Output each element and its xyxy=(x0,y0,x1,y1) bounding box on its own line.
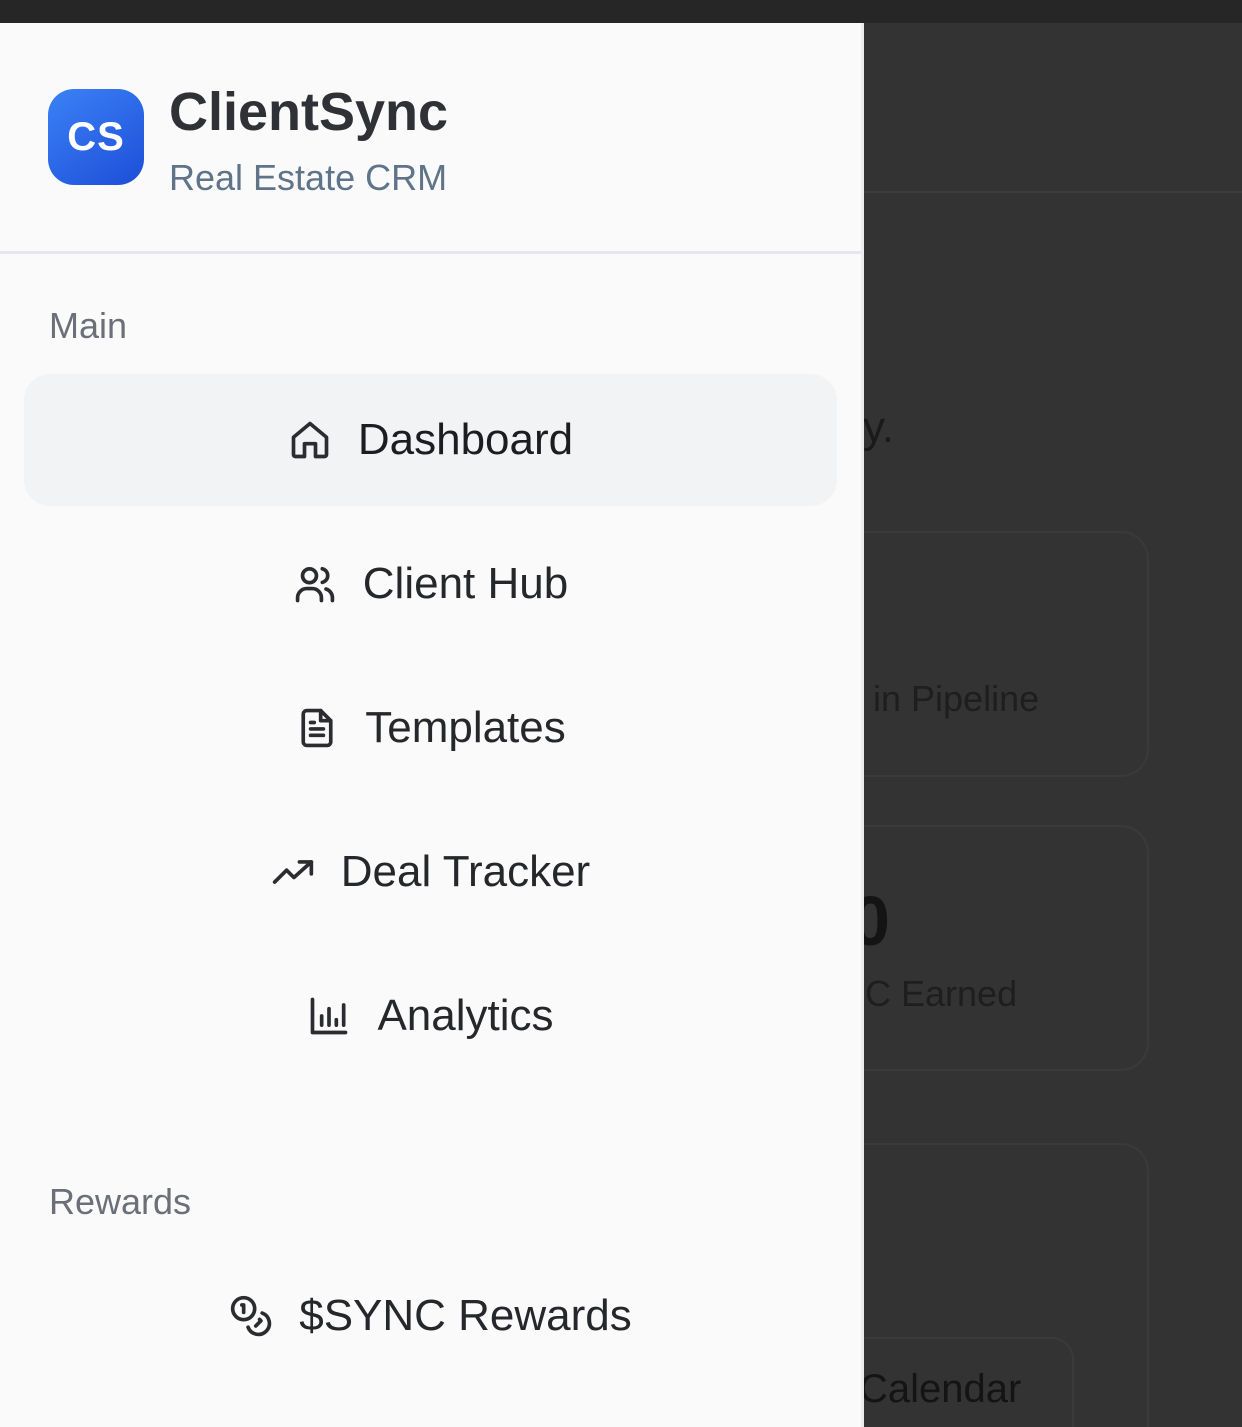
earned-card xyxy=(863,825,1149,1071)
app-name: ClientSync xyxy=(169,82,449,142)
background-dashboard: y. in Pipeline 0 C Earned Calendar xyxy=(863,23,1242,1427)
status-bar xyxy=(0,0,1242,23)
trending-up-icon xyxy=(271,850,315,894)
nav-label-deal-tracker: Deal Tracker xyxy=(340,847,591,896)
welcome-fragment: y. xyxy=(863,403,894,452)
app-subtitle: Real Estate CRM xyxy=(169,157,448,198)
users-icon xyxy=(293,562,337,606)
earned-label: C Earned xyxy=(865,973,1018,1014)
calendar-label: Calendar xyxy=(863,1367,1022,1411)
document-icon xyxy=(295,706,339,750)
app-logo: CS xyxy=(48,89,144,185)
nav-label-dashboard: Dashboard xyxy=(357,415,574,464)
nav-item-sync-rewards[interactable]: $SYNC Rewards xyxy=(24,1250,837,1382)
nav-item-deal-tracker[interactable]: Deal Tracker xyxy=(24,806,837,938)
coins-icon xyxy=(229,1294,273,1338)
brand-header: CS ClientSync Real Estate CRM xyxy=(0,23,861,254)
nav-label-sync-rewards: $SYNC Rewards xyxy=(299,1291,632,1340)
nav-item-templates[interactable]: Templates xyxy=(24,662,837,794)
nav-label-client-hub: Client Hub xyxy=(362,559,569,608)
bar-chart-icon xyxy=(307,994,351,1038)
nav-label-analytics: Analytics xyxy=(377,991,554,1040)
home-icon xyxy=(288,418,332,462)
nav-label-templates: Templates xyxy=(365,703,566,752)
navigation-drawer: CS ClientSync Real Estate CRM Main Dashb… xyxy=(0,23,864,1427)
pipeline-card xyxy=(863,531,1149,777)
pipeline-label: in Pipeline xyxy=(873,678,1040,719)
nav-item-client-hub[interactable]: Client Hub xyxy=(24,518,837,650)
section-label-main: Main xyxy=(49,305,128,346)
header-divider xyxy=(863,191,1242,193)
section-label-rewards: Rewards xyxy=(49,1181,192,1222)
nav-item-analytics[interactable]: Analytics xyxy=(24,950,837,1082)
earned-value: 0 xyxy=(863,882,890,960)
nav-item-dashboard[interactable]: Dashboard xyxy=(24,374,837,506)
